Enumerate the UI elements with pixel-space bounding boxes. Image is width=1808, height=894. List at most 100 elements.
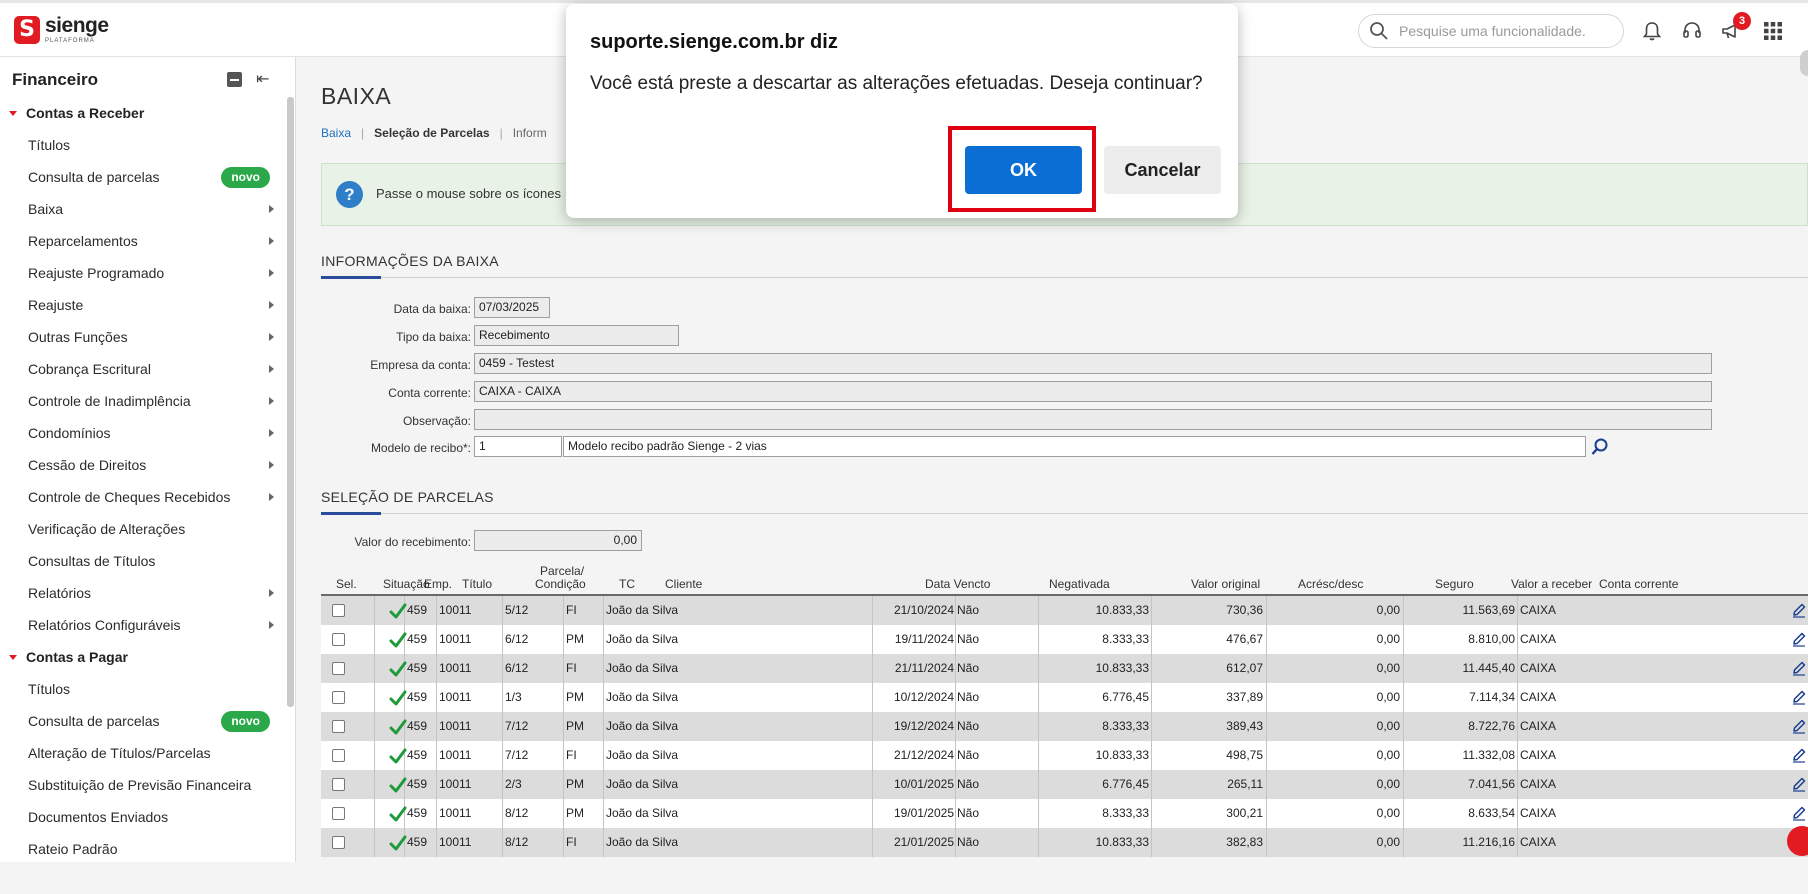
sidebar-item[interactable]: Controle de Cheques Recebidos (0, 481, 286, 513)
row-checkbox[interactable] (332, 633, 345, 646)
conta-corrente-field[interactable]: CAIXA - CAIXA (474, 381, 1712, 402)
cell-divider (502, 654, 503, 683)
cell-divider (955, 654, 956, 683)
table-row[interactable]: 459 10011 8/12 FI João da Silva 21/01/2025 Não… (321, 828, 1808, 857)
edit-pencil-icon[interactable] (1791, 718, 1807, 734)
headset-icon[interactable] (1681, 20, 1703, 42)
data-baixa-field[interactable]: 07/03/2025 (474, 297, 550, 318)
edit-pencil-icon[interactable] (1791, 631, 1807, 647)
edit-pencil-icon[interactable] (1791, 660, 1807, 676)
ok-button[interactable]: OK (965, 146, 1082, 194)
cell-divider (1403, 741, 1404, 770)
dialog-message: Você está preste a descartar as alteraçõ… (590, 73, 1203, 94)
sidebar-item[interactable]: Documentos Enviados (0, 801, 286, 833)
cell-conta-corrente: CAIXA (1520, 632, 1557, 646)
sidebar-section[interactable]: Contas a Receber (0, 97, 286, 129)
sidebar-section[interactable]: Contas a Pagar (0, 641, 286, 673)
cell-conta-corrente: CAIXA (1520, 690, 1557, 704)
cell-valor-original: 6.776,45 (1102, 690, 1149, 704)
cell-divider (872, 799, 873, 828)
cell-divider (374, 770, 375, 799)
table-row[interactable]: 459 10011 6/12 FI João da Silva 21/11/2024 Não… (321, 654, 1808, 683)
sidebar-item[interactable]: Relatórios Configuráveis (0, 609, 286, 641)
minimize-menu-icon[interactable] (227, 72, 242, 87)
sidebar-item[interactable]: Consulta de parcelas novo (0, 161, 286, 193)
col-data-vencto: Data Vencto (925, 577, 991, 591)
sidebar-item[interactable]: Substituição de Previsão Financeira (0, 769, 286, 801)
apps-grid-icon[interactable] (1762, 20, 1784, 42)
cell-divider (1517, 770, 1518, 799)
cell-divider (436, 712, 437, 741)
cell-valor-original: 6.776,45 (1102, 777, 1149, 791)
search-box[interactable] (1358, 14, 1624, 48)
observacao-field[interactable] (474, 409, 1712, 430)
row-checkbox[interactable] (332, 604, 345, 617)
sidebar-item[interactable]: Consulta de parcelas novo (0, 705, 286, 737)
edit-pencil-icon[interactable] (1791, 747, 1807, 763)
sidebar-item[interactable]: Verificação de Alterações (0, 513, 286, 545)
breadcrumb-baixa[interactable]: Baixa (321, 126, 351, 140)
edit-pencil-icon[interactable] (1791, 689, 1807, 705)
sidebar-item[interactable]: Relatórios (0, 577, 286, 609)
sidebar-item[interactable]: Rateio Padrão (0, 833, 286, 862)
table-row[interactable]: 459 10011 7/12 FI João da Silva 21/12/2024 Não… (321, 741, 1808, 770)
section-title-info: INFORMAÇÕES DA BAIXA (321, 253, 499, 269)
cell-divider (872, 596, 873, 625)
row-checkbox[interactable] (332, 720, 345, 733)
row-checkbox[interactable] (332, 662, 345, 675)
table-row[interactable]: 459 10011 6/12 PM João da Silva 19/11/2024 Não… (321, 625, 1808, 654)
bell-icon[interactable] (1641, 20, 1663, 42)
tipo-baixa-field[interactable]: Recebimento (474, 325, 679, 346)
breadcrumb-next[interactable]: Inform (513, 126, 547, 140)
empresa-field[interactable]: 0459 - Testest (474, 353, 1712, 374)
row-checkbox[interactable] (332, 749, 345, 762)
sidebar-item[interactable]: Reajuste (0, 289, 286, 321)
cell-acresc-desc: 389,43 (1226, 719, 1263, 733)
row-checkbox[interactable] (332, 778, 345, 791)
sidebar-item[interactable]: Consultas de Títulos (0, 545, 286, 577)
cell-conta-corrente: CAIXA (1520, 603, 1557, 617)
sidebar-item[interactable]: Títulos (0, 673, 286, 705)
cell-data-vencto: 19/01/2025 (893, 806, 954, 820)
valor-recebimento-field[interactable]: 0,00 (474, 530, 642, 551)
table-row[interactable]: 459 10011 8/12 PM João da Silva 19/01/2025 Não… (321, 799, 1808, 828)
sidebar-item[interactable]: Alteração de Títulos/Parcelas (0, 737, 286, 769)
row-checkbox[interactable] (332, 807, 345, 820)
sidebar-item[interactable]: Baixa (0, 193, 286, 225)
table-row[interactable]: 459 10011 7/12 PM João da Silva 19/12/2024 Não… (321, 712, 1808, 741)
table-row[interactable]: 459 10011 1/3 PM João da Silva 10/12/2024 Não 6… (321, 683, 1808, 712)
edit-pencil-icon[interactable] (1791, 602, 1807, 618)
cell-valor-receber: 7.114,34 (1469, 690, 1515, 704)
sidebar-item[interactable]: Reparcelamentos (0, 225, 286, 257)
modelo-recibo-code-field[interactable]: 1 (474, 436, 562, 457)
lookup-search-icon[interactable] (1590, 437, 1610, 457)
cell-acresc-desc: 730,36 (1226, 603, 1263, 617)
cell-divider (1151, 596, 1152, 625)
sidebar-item[interactable]: Outras Funções (0, 321, 286, 353)
modelo-recibo-desc-field[interactable]: Modelo recibo padrão Sienge - 2 vias (563, 436, 1586, 457)
sidebar-item[interactable]: Cessão de Direitos (0, 449, 286, 481)
table-row[interactable]: 459 10011 5/12 FI João da Silva 21/10/2024 Não… (321, 596, 1808, 625)
sidebar-item[interactable]: Cobrança Escritural (0, 353, 286, 385)
row-checkbox[interactable] (332, 691, 345, 704)
sidebar-scrollbar[interactable] (287, 97, 294, 707)
cell-divider (563, 654, 564, 683)
cell-divider (1517, 799, 1518, 828)
cancel-button[interactable]: Cancelar (1104, 146, 1221, 194)
sidebar-item[interactable]: Reajuste Programado (0, 257, 286, 289)
status-check-icon (389, 661, 407, 677)
sidebar-item[interactable]: Controle de Inadimplência (0, 385, 286, 417)
cell-divider (1151, 654, 1152, 683)
cell-emp: 459 (407, 835, 428, 849)
sienge-logo[interactable]: S sienge PLATAFORMA (14, 15, 109, 44)
collapse-sidebar-icon[interactable]: ⇤ (256, 69, 269, 89)
cell-cliente: João da Silva (606, 661, 679, 675)
edit-pencil-icon[interactable] (1791, 805, 1807, 821)
row-checkbox[interactable] (332, 836, 345, 849)
sidebar-item[interactable]: Condomínios (0, 417, 286, 449)
cell-divider (1403, 770, 1404, 799)
search-input[interactable] (1397, 22, 1607, 40)
sidebar-item[interactable]: Títulos (0, 129, 286, 161)
edit-pencil-icon[interactable] (1791, 776, 1807, 792)
table-row[interactable]: 459 10011 2/3 PM João da Silva 10/01/2025 Não 6… (321, 770, 1808, 799)
